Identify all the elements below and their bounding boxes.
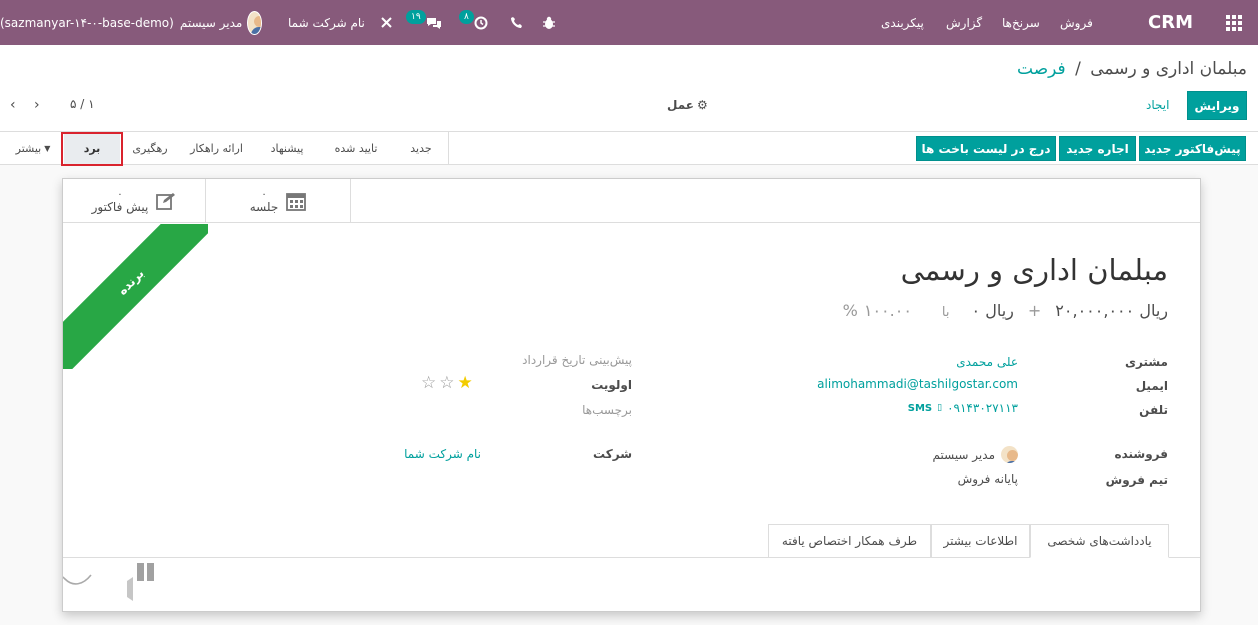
won-ribbon: برنده <box>63 224 208 369</box>
activities-menu[interactable]: ۸ <box>459 0 488 45</box>
salesperson-label: فروشنده <box>1114 447 1169 461</box>
phone-field: SMS ▯ ۰۹۱۴۳۰۲۷۱۱۳ <box>908 401 1018 415</box>
plus-sign: + <box>1027 301 1042 320</box>
add-to-lost-list-button[interactable]: درج در لیست باخت ها <box>916 136 1056 161</box>
clock-icon <box>474 16 488 29</box>
breadcrumb: مبلمان اداری و رسمی / فرصت <box>1017 59 1247 79</box>
tab-personal-notes[interactable]: یادداشت‌های شخصی <box>1030 524 1169 558</box>
gear-icon: ⚙ <box>696 98 708 112</box>
phone-icon[interactable] <box>510 0 523 45</box>
control-panel: مبلمان اداری و رسمی / فرصت ویرایش ایجاد … <box>0 45 1258 166</box>
probability-at: با <box>941 305 950 320</box>
menu-sales[interactable]: فروش <box>1060 0 1093 45</box>
star-filled-icon[interactable]: ★ <box>458 373 473 393</box>
expected-revenue[interactable]: ۲۰,۰۰۰,۰۰۰ ریال <box>1055 301 1168 320</box>
probability-percent: % <box>842 301 858 320</box>
menu-leads[interactable]: سرنخ‌ها <box>1002 0 1040 45</box>
edit-button[interactable]: ویرایش <box>1187 91 1247 120</box>
phone-label: تلفن <box>1139 403 1168 417</box>
create-button[interactable]: ایجاد <box>1146 98 1169 112</box>
breadcrumb-parent[interactable]: فرصت <box>1017 59 1066 79</box>
meetings-smart-button[interactable]: ۰ جلسه <box>205 179 351 223</box>
apps-menu-icon[interactable] <box>1226 0 1246 45</box>
quotations-smart-button[interactable]: ۰ پیش فاکتور <box>63 179 205 223</box>
team-label: تیم فروش <box>1105 473 1168 487</box>
probability-value[interactable]: ۱۰۰.۰۰ <box>864 301 912 320</box>
stage-new[interactable]: جدید <box>395 132 447 165</box>
menu-reporting[interactable]: گزارش <box>946 0 982 45</box>
stage-won-highlight <box>61 132 123 166</box>
new-quotation-button[interactable]: پیش‌فاکتور جدید <box>1139 136 1246 161</box>
tools-icon[interactable] <box>380 0 393 45</box>
pager-prev-icon[interactable]: ‹ <box>10 97 16 113</box>
tags-field[interactable]: برچسب‌ها <box>582 403 632 417</box>
phone-value[interactable]: ۰۹۱۴۳۰۲۷۱۱۳ <box>947 401 1018 415</box>
pager-next-icon[interactable]: › <box>34 97 40 113</box>
recurring-revenue[interactable]: ۰ ریال <box>972 301 1014 320</box>
stage-followup[interactable]: رهگیری <box>124 132 176 165</box>
user-name: مدیر سیستم <box>179 15 243 30</box>
priority-label: اولویت <box>591 378 632 392</box>
chat-icon <box>426 17 441 29</box>
stage-qualified[interactable]: تایید شده <box>320 132 392 165</box>
email-label: ایمیل <box>1135 379 1168 393</box>
mobile-icon: ▯ <box>937 403 943 413</box>
star-empty-icon[interactable]: ☆ <box>421 373 436 393</box>
calendar-icon <box>286 193 307 211</box>
breadcrumb-separator: / <box>1075 59 1081 79</box>
tab-assigned-partner[interactable]: طرف همکار اختصاص یافته <box>768 524 931 558</box>
user-avatar <box>247 10 262 35</box>
stage-solution[interactable]: ارائه راهکار <box>179 132 254 165</box>
app-name[interactable]: CRM <box>1148 0 1193 45</box>
team-value[interactable]: پایانه فروش <box>958 472 1018 486</box>
caret-down-icon: ▼ <box>44 144 51 153</box>
quotations-label: پیش فاکتور <box>91 200 149 214</box>
tab-extra-info[interactable]: اطلاعات بیشتر <box>931 524 1030 558</box>
company-switcher[interactable]: نام شرکت شما <box>288 0 365 45</box>
user-database: (sazmanyar-۱۴-۰-base-demo) <box>0 15 174 30</box>
company-label: شرکت <box>593 447 632 461</box>
ribbon-label: برنده <box>63 224 208 369</box>
customer-value[interactable]: علی محمدی <box>956 355 1018 369</box>
new-rental-button[interactable]: اجاره جدید <box>1059 136 1136 161</box>
edit-icon <box>156 193 176 210</box>
customer-label: مشتری <box>1124 355 1168 369</box>
sms-button[interactable]: SMS <box>908 403 932 414</box>
salesperson-value: مدیر سیستم <box>932 447 996 462</box>
salesperson-field[interactable]: مدیر سیستم <box>932 446 1018 463</box>
debug-icon[interactable] <box>542 0 556 45</box>
company-value[interactable]: نام شرکت شما <box>404 447 481 461</box>
action-label: عمل <box>667 98 694 112</box>
meetings-label: جلسه <box>249 200 279 214</box>
breadcrumb-current: مبلمان اداری و رسمی <box>1090 59 1247 79</box>
pager-value: ۵ / ۱ <box>70 97 95 111</box>
stages-more-dropdown[interactable]: بیشتر ▼ <box>10 132 56 165</box>
email-value[interactable]: alimohammadi@tashilgostar.com <box>817 377 1018 391</box>
messages-badge: ۱۹ <box>406 9 426 24</box>
messaging-menu[interactable]: ۱۹ <box>406 0 442 45</box>
expected-closing-label: پیش‌بینی تاریخ قرارداد <box>522 353 632 367</box>
stages-more-label: بیشتر <box>15 142 42 155</box>
user-menu[interactable]: (sazmanyar-۱۴-۰-base-demo) مدیر سیستم <box>0 0 262 45</box>
star-empty-icon[interactable]: ☆ <box>439 373 454 393</box>
menu-configuration[interactable]: پیکربندی <box>881 0 924 45</box>
action-menu[interactable]: عمل ⚙ <box>667 98 708 112</box>
opportunity-title[interactable]: مبلمان اداری و رسمی <box>901 253 1168 287</box>
revenue-line: % ۱۰۰.۰۰ با ۰ ریال + ۲۰,۰۰۰,۰۰۰ ریال <box>843 301 1168 320</box>
activities-badge: ۸ <box>459 9 474 24</box>
stage-proposition[interactable]: پیشنهاد <box>256 132 318 165</box>
watermark-logo <box>63 559 168 604</box>
top-navbar: CRM فروش سرنخ‌ها گزارش پیکربندی ۸ ۱۹ نام… <box>0 0 1258 45</box>
priority-stars[interactable]: ★ ☆ ☆ <box>421 373 473 393</box>
salesperson-avatar <box>1001 446 1018 463</box>
stage-divider <box>448 132 449 165</box>
form-sheet: ۰ جلسه ۰ پیش فاکتور برنده مبلمان اداری و… <box>62 178 1201 612</box>
